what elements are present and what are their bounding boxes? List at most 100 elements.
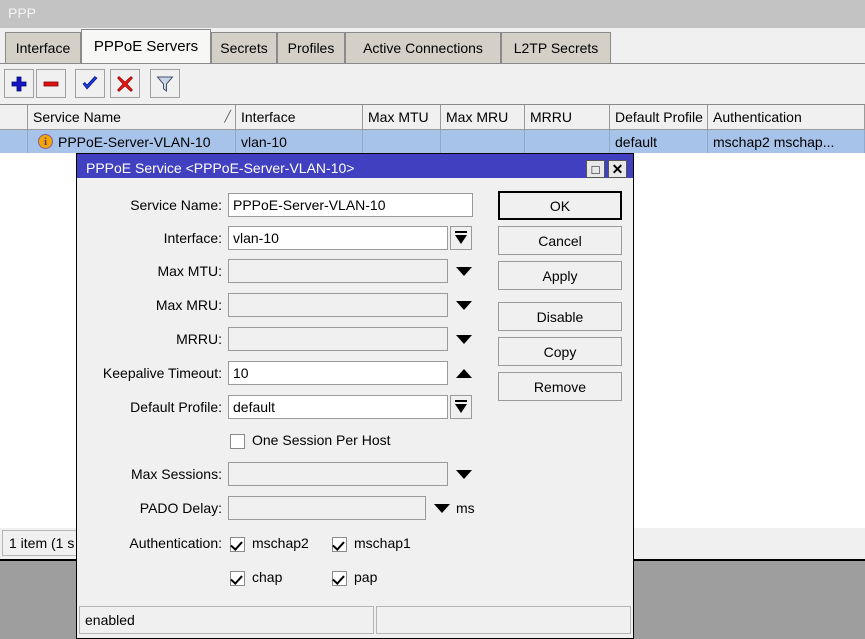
column-header-interface[interactable]: Interface <box>236 105 363 129</box>
plus-icon <box>9 74 29 94</box>
input-max-sessions[interactable] <box>228 462 448 486</box>
cell-max-mtu <box>363 130 441 153</box>
cell-max-mru <box>441 130 525 153</box>
tab-interface[interactable]: Interface <box>5 32 81 63</box>
dialog-status-left: enabled <box>79 606 374 634</box>
dropdown-button-default-profile[interactable] <box>450 395 472 419</box>
checkbox-one-session-per-host[interactable] <box>230 434 245 449</box>
column-header-max-mru[interactable]: Max MRU <box>441 105 525 129</box>
restore-icon[interactable]: □ <box>586 160 605 178</box>
remove-button[interactable] <box>36 69 66 98</box>
screen: PPP InterfacePPPoE ServersSecretsProfile… <box>0 0 865 639</box>
toolbar <box>0 63 865 105</box>
column-header-label: Max MRU <box>446 109 508 125</box>
close-icon[interactable]: ✕ <box>608 160 627 178</box>
checkbox-auth-mschap1[interactable] <box>332 537 347 552</box>
input-pado-delay[interactable] <box>228 496 426 520</box>
column-header-default-profile[interactable]: Default Profile <box>610 105 708 129</box>
label-max-sessions: Max Sessions: <box>77 466 222 482</box>
chevron-down-icon-max-sessions[interactable] <box>456 470 472 479</box>
sort-indicator-icon: ╱ <box>224 110 231 123</box>
check-icon <box>80 74 100 94</box>
cell-mrru <box>525 130 610 153</box>
column-header-label: Default Profile <box>615 109 703 125</box>
window-titlebar: PPP <box>0 0 865 28</box>
dialog-status-bar: enabled <box>79 606 631 636</box>
chevron-up-icon-keepalive-timeout[interactable] <box>456 369 472 378</box>
minus-icon <box>41 74 61 94</box>
chevron-down-icon-max-mru[interactable] <box>456 301 472 310</box>
checkbox-auth-mschap2[interactable] <box>230 537 245 552</box>
tab-active-connections[interactable]: Active Connections <box>345 32 501 63</box>
cross-icon <box>115 74 135 94</box>
label-mrru: MRRU: <box>77 331 222 347</box>
dropdown-bar-icon <box>455 231 467 233</box>
cell-service-name: PPPoE-Server-VLAN-10 <box>28 130 236 153</box>
column-header-gutter <box>0 105 28 129</box>
chevron-down-icon-max-mtu[interactable] <box>456 267 472 276</box>
label-auth-mschap2: mschap2 <box>252 535 309 551</box>
cell-gutter <box>0 130 28 153</box>
input-default-profile[interactable]: default <box>228 395 448 419</box>
button-remove[interactable]: Remove <box>498 372 622 401</box>
column-header-label: Max MTU <box>368 109 429 125</box>
label-default-profile: Default Profile: <box>77 399 222 415</box>
tab-bar: InterfacePPPoE ServersSecretsProfilesAct… <box>0 28 865 63</box>
tab-l2tp-secrets[interactable]: L2TP Secrets <box>501 32 611 63</box>
button-disable[interactable]: Disable <box>498 302 622 331</box>
info-icon: i <box>38 134 53 149</box>
label-max-mru: Max MRU: <box>77 297 222 313</box>
button-cancel[interactable]: Cancel <box>498 226 622 255</box>
dialog-title: PPPoE Service <PPPoE-Server-VLAN-10> <box>86 160 354 176</box>
column-header-mrru[interactable]: MRRU <box>525 105 610 129</box>
table-header: Service Name ╱ Interface Max MTU Max MRU MRRU… <box>0 105 865 130</box>
label-one-session-per-host: One Session Per Host <box>252 432 391 448</box>
enable-button[interactable] <box>75 69 105 98</box>
label-auth-mschap1: mschap1 <box>354 535 411 551</box>
funnel-icon <box>155 74 175 94</box>
tab-profiles[interactable]: Profiles <box>277 32 345 63</box>
input-mrru[interactable] <box>228 327 448 351</box>
dropdown-button-interface[interactable] <box>450 226 472 250</box>
pppoe-service-dialog: PPPoE Service <PPPoE-Server-VLAN-10> □ ✕… <box>76 153 634 639</box>
label-keepalive-timeout: Keepalive Timeout: <box>77 365 222 381</box>
chevron-down-icon <box>455 404 467 413</box>
add-button[interactable] <box>4 69 34 98</box>
button-apply[interactable]: Apply <box>498 261 622 290</box>
table-row[interactable]: PPPoE-Server-VLAN-10vlan-10defaultmschap… <box>0 130 865 153</box>
input-max-mru[interactable] <box>228 293 448 317</box>
chevron-down-icon-pado-delay[interactable] <box>434 504 450 513</box>
input-keepalive-timeout[interactable]: 10 <box>228 361 448 385</box>
checkbox-auth-chap[interactable] <box>230 571 245 586</box>
dialog-status-right <box>376 606 631 634</box>
input-service-name[interactable]: PPPoE-Server-VLAN-10 <box>228 193 473 217</box>
disable-button[interactable] <box>110 69 140 98</box>
column-header-label: Interface <box>241 109 295 125</box>
label-interface: Interface: <box>77 230 222 246</box>
input-interface[interactable]: vlan-10 <box>228 226 448 250</box>
label-auth-chap: chap <box>252 569 282 585</box>
input-max-mtu[interactable] <box>228 259 448 283</box>
column-header-service-name[interactable]: Service Name ╱ <box>28 105 236 129</box>
column-header-authentication[interactable]: Authentication <box>708 105 865 129</box>
column-header-label: Service Name <box>33 109 121 125</box>
checkbox-auth-pap[interactable] <box>332 571 347 586</box>
tab-pppoe-servers[interactable]: PPPoE Servers <box>81 29 211 63</box>
dialog-titlebar[interactable]: PPPoE Service <PPPoE-Server-VLAN-10> □ ✕ <box>77 154 633 178</box>
filter-button[interactable] <box>150 69 180 98</box>
column-header-max-mtu[interactable]: Max MTU <box>363 105 441 129</box>
button-copy[interactable]: Copy <box>498 337 622 366</box>
label-service-name: Service Name: <box>77 197 222 213</box>
tab-secrets[interactable]: Secrets <box>211 32 277 63</box>
window-title: PPP <box>8 5 36 21</box>
chevron-down-icon-mrru[interactable] <box>456 335 472 344</box>
cell-default-profile: default <box>610 130 708 153</box>
cell-authentication: mschap2 mschap... <box>708 130 865 153</box>
button-ok[interactable]: OK <box>498 191 622 220</box>
label-authentication: Authentication: <box>77 535 222 551</box>
label-auth-pap: pap <box>354 569 377 585</box>
chevron-down-icon <box>455 235 467 244</box>
unit-label-pado-delay: ms <box>456 500 475 516</box>
label-pado-delay: PADO Delay: <box>77 500 222 516</box>
label-max-mtu: Max MTU: <box>77 263 222 279</box>
